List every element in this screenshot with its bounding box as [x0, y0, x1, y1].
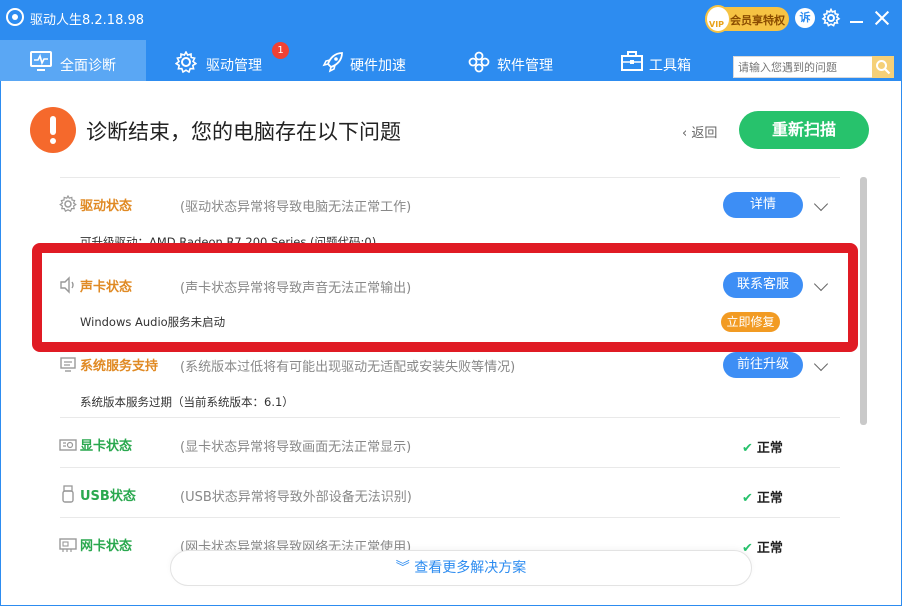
row-description: (驱动状态异常将导致电脑无法正常工作) — [180, 200, 412, 215]
row-title: 驱动状态 — [80, 199, 133, 214]
app-logo-icon — [6, 8, 24, 26]
search-input[interactable] — [733, 56, 873, 78]
row-detail: 系统版本服务过期（当前系统版本：6.1） — [80, 395, 294, 409]
row-description: (USB状态异常将导致外部设备无法识别) — [180, 490, 412, 505]
row-description: (声卡状态异常将导致声音无法正常输出) — [180, 281, 412, 296]
status-normal: ✔ 正常 — [742, 537, 783, 556]
search-button[interactable] — [872, 56, 894, 78]
status-text: 正常 — [756, 441, 783, 456]
tab-label: 工具箱 — [649, 58, 691, 74]
contact-support-button[interactable]: 联系客服 — [723, 272, 803, 298]
status-normal: ✔ 正常 — [742, 487, 783, 506]
row-title: 系统服务支持 — [80, 359, 159, 374]
tab-label: 全面诊断 — [60, 58, 116, 74]
row-title: USB状态 — [80, 489, 136, 504]
back-link[interactable]: ‹ 返回 — [682, 122, 717, 141]
row-divider — [60, 517, 840, 518]
rescan-button[interactable]: 重新扫描 — [739, 111, 869, 149]
driver-update-badge: 1 — [272, 42, 289, 59]
tab-label: 驱动管理 — [206, 58, 262, 74]
row-description: (系统版本过低将有可能出现驱动无适配或安装失败等情况) — [180, 360, 516, 375]
speaker-icon — [60, 276, 74, 294]
status-normal: ✔ 正常 — [742, 437, 783, 456]
row-title: 显卡状态 — [80, 439, 133, 454]
tab-full-diagnosis[interactable]: 全面诊断 — [0, 40, 146, 81]
vip-icon: VIP — [705, 5, 731, 33]
back-label: 返回 — [691, 126, 718, 141]
list-scrollbar[interactable] — [860, 177, 867, 425]
computer-icon — [60, 357, 76, 372]
rocket-icon — [322, 52, 343, 73]
chevron-down-icon[interactable] — [813, 276, 829, 292]
network-card-icon — [59, 538, 77, 552]
gear-icon — [175, 51, 197, 73]
minimize-button[interactable] — [847, 8, 867, 28]
toolbox-icon — [621, 51, 643, 71]
chevron-left-icon: ‹ — [682, 126, 692, 141]
app-title: 驱动人生8.2.18.98 — [30, 13, 145, 28]
close-button[interactable] — [872, 8, 892, 28]
double-chevron-down-icon: ︾ — [395, 560, 415, 576]
tab-label: 硬件加速 — [350, 58, 406, 74]
search-icon — [876, 60, 891, 75]
check-icon: ✔ — [742, 441, 753, 456]
tab-toolbox[interactable]: 工具箱 — [592, 40, 730, 81]
row-detail: 可升级驱动：AMD Radeon R7 200 Series (问题代码:0) — [80, 235, 377, 249]
title-bar: 驱动人生8.2.18.98 VIP 会员享特权 诉 — [0, 0, 902, 36]
graphics-card-icon — [59, 439, 77, 451]
flower-apps-icon — [468, 51, 490, 73]
complaint-icon[interactable]: 诉 — [795, 8, 815, 28]
main-nav: 全面诊断 驱动管理 硬件加速 软件管理 工具箱 — [0, 40, 730, 81]
upgrade-button[interactable]: 前往升级 — [723, 352, 803, 378]
row-title: 网卡状态 — [80, 539, 133, 554]
gear-icon — [59, 195, 77, 213]
more-solutions-label: 查看更多解决方案 — [414, 560, 527, 576]
tab-hardware-acceleration[interactable]: 硬件加速 — [296, 40, 442, 81]
vip-icon-text: VIP — [709, 20, 725, 29]
vip-privilege-button[interactable]: VIP 会员享特权 — [705, 5, 789, 33]
check-icon: ✔ — [742, 491, 753, 506]
chevron-down-icon[interactable] — [813, 356, 829, 372]
row-title: 声卡状态 — [80, 280, 133, 295]
more-solutions-button[interactable]: ︾ 查看更多解决方案 — [170, 550, 752, 586]
chevron-down-icon[interactable] — [813, 196, 829, 212]
status-text: 正常 — [756, 491, 783, 506]
usb-icon — [62, 485, 74, 503]
settings-gear-icon[interactable] — [821, 7, 841, 28]
window-border — [0, 81, 902, 606]
alert-icon — [30, 107, 76, 153]
row-detail: Windows Audio服务未启动 — [80, 315, 226, 329]
row-divider — [60, 467, 840, 468]
row-divider — [60, 177, 840, 178]
tab-software-management[interactable]: 软件管理 — [442, 40, 592, 81]
row-divider — [60, 417, 840, 418]
monitor-icon — [30, 51, 52, 71]
row-description: (显卡状态异常将导致画面无法正常显示) — [180, 440, 412, 455]
vip-label: 会员享特权 — [730, 14, 785, 27]
fix-now-button[interactable]: 立即修复 — [721, 312, 780, 332]
status-text: 正常 — [756, 541, 783, 556]
tab-label: 软件管理 — [497, 58, 553, 74]
details-button[interactable]: 详情 — [723, 192, 803, 218]
page-title: 诊断结束，您的电脑存在以下问题 — [86, 120, 401, 144]
